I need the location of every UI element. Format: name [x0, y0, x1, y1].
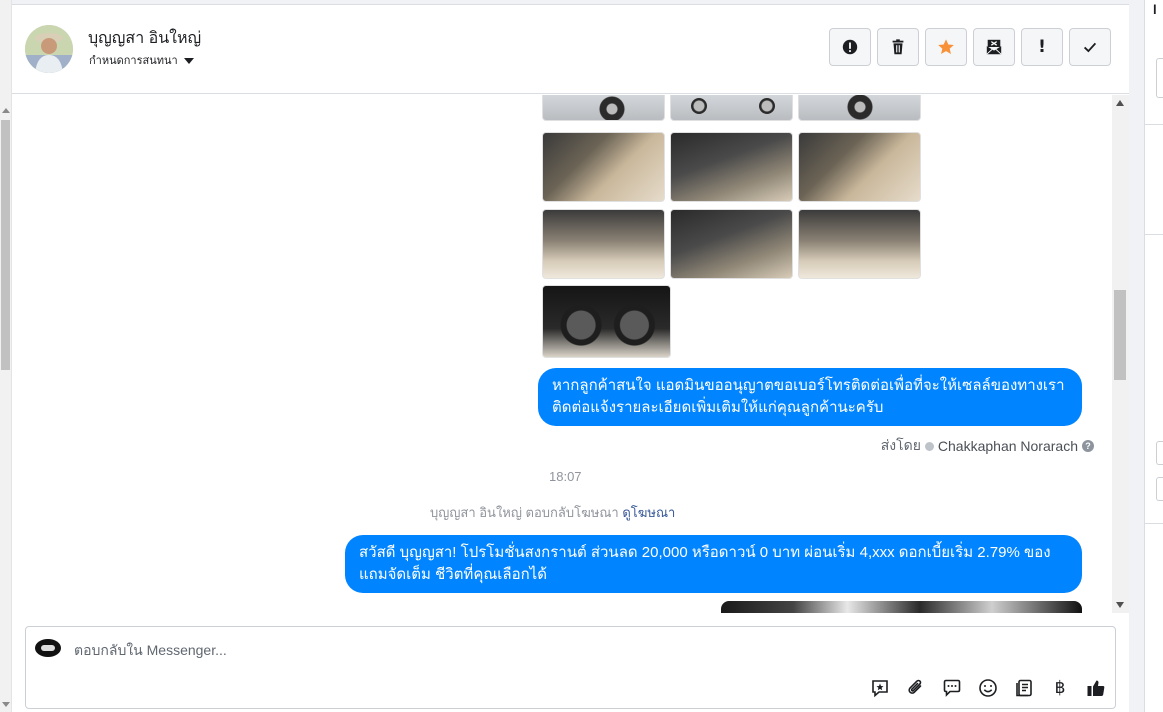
trash-icon — [892, 39, 904, 55]
attach-button[interactable] — [905, 677, 927, 699]
delete-button[interactable] — [877, 28, 919, 66]
section-divider — [1145, 124, 1163, 125]
star-icon — [938, 39, 954, 55]
baht-icon: ฿ — [1054, 678, 1066, 698]
star-button[interactable] — [925, 28, 967, 66]
message-text: ติดต่อแจ้งรายละเอียดเพิ่มเติมให้แก่คุณลู… — [552, 399, 884, 416]
thread-scrollbar[interactable] — [1112, 95, 1129, 613]
car-photo[interactable] — [670, 95, 793, 121]
emoji-icon — [979, 679, 997, 697]
info-field[interactable] — [1156, 477, 1163, 501]
car-photo[interactable] — [542, 285, 671, 358]
car-photo[interactable] — [542, 132, 665, 202]
message-button[interactable] — [941, 677, 963, 699]
ad-image-preview[interactable] — [721, 601, 1082, 613]
agent-name[interactable]: Chakkaphan Norarach — [938, 438, 1078, 454]
saved-reply-icon — [872, 680, 888, 698]
reply-input[interactable] — [74, 639, 974, 661]
contact-name[interactable]: บุญญสา อินใหญ่ — [88, 26, 201, 51]
exclamation-icon: ! — [1038, 37, 1046, 57]
notes-icon — [1016, 679, 1032, 697]
notes-button[interactable] — [1013, 677, 1035, 699]
car-photo[interactable] — [542, 95, 665, 121]
info-field[interactable] — [1156, 58, 1163, 98]
conversation-actions: ! — [829, 28, 1111, 66]
message-text: หากลูกค้าสนใจ แอดมินขออนุญาตขอเบอร์โทรติ… — [552, 377, 1065, 394]
scroll-down-arrow[interactable] — [2, 702, 10, 707]
section-divider — [1145, 234, 1163, 235]
scroll-thumb[interactable] — [1114, 290, 1126, 380]
chevron-down-icon — [183, 57, 194, 64]
message-text: แถมจัดเต็ม ชีวิตที่คุณเลือกได้ — [359, 566, 547, 583]
assign-label: กำหนดการสนทนา — [89, 55, 178, 67]
page-avatar — [35, 639, 61, 657]
paperclip-icon — [908, 679, 922, 694]
scroll-down-arrow[interactable] — [1116, 602, 1124, 608]
message-thread[interactable]: หากลูกค้าสนใจ แอดมินขออนุญาตขอเบอร์โทรติ… — [12, 95, 1112, 613]
message-text: สวัสดี บุญญสา! โปรโมชั่นสงกรานต์ ส่วนลด … — [359, 544, 1051, 561]
car-photo[interactable] — [670, 132, 793, 202]
contact-info-card: l — [1144, 0, 1163, 712]
agent-status-icon — [924, 441, 934, 451]
ad-reply-text: บุญญสา อินใหญ่ ตอบกลับโฆษณา — [430, 505, 619, 520]
message-bubble-sent[interactable]: หากลูกค้าสนใจ แอดมินขออนุญาตขอเบอร์โทรติ… — [538, 368, 1082, 426]
section-divider — [1145, 523, 1163, 524]
checkmark-icon — [1083, 42, 1097, 53]
important-button[interactable]: ! — [1021, 28, 1063, 66]
composer-tools: ฿ — [869, 677, 1107, 699]
right-sidebar: l — [1129, 0, 1163, 712]
view-ad-link[interactable]: ดูโฆษณา — [622, 505, 675, 520]
car-photo[interactable] — [798, 209, 921, 279]
payment-button[interactable]: ฿ — [1049, 677, 1071, 699]
sent-by-line: ส่งโดย Chakkaphan Norarach ? — [881, 435, 1094, 457]
mark-unread-button[interactable] — [973, 28, 1015, 66]
assign-conversation-dropdown[interactable]: กำหนดการสนทนา — [89, 51, 194, 69]
scroll-up-arrow[interactable] — [1116, 100, 1124, 106]
info-field[interactable] — [1156, 441, 1163, 465]
spam-button[interactable] — [829, 28, 871, 66]
contact-avatar[interactable] — [25, 25, 73, 73]
sent-by-prefix: ส่งโดย — [880, 437, 921, 453]
done-button[interactable] — [1069, 28, 1111, 66]
alert-circle-icon — [842, 39, 858, 55]
ad-reply-notice: บุญญสา อินใหญ่ ตอบกลับโฆษณา ดูโฆษณา — [430, 502, 675, 523]
conversation-panel: บุญญสา อินใหญ่ กำหนดการสนทนา ! หากลูกค้า… — [12, 4, 1129, 712]
scroll-thumb[interactable] — [1, 120, 10, 370]
envelope-x-icon — [986, 39, 1002, 55]
help-icon[interactable]: ? — [1082, 440, 1094, 452]
thumbs-up-icon — [1087, 680, 1105, 696]
car-photo[interactable] — [670, 209, 793, 279]
like-button[interactable] — [1085, 677, 1107, 699]
timestamp: 18:07 — [549, 469, 582, 484]
section-glyph: l — [1153, 2, 1157, 17]
car-photo[interactable] — [798, 95, 921, 121]
car-photo[interactable] — [542, 209, 665, 279]
scroll-up-arrow[interactable] — [2, 108, 10, 113]
saved-reply-button[interactable] — [869, 677, 891, 699]
emoji-button[interactable] — [977, 677, 999, 699]
conversation-header: บุญญสา อินใหญ่ กำหนดการสนทนา ! — [12, 5, 1129, 94]
chat-bubble-icon — [943, 679, 961, 697]
page-scrollbar[interactable] — [0, 0, 12, 712]
car-photo[interactable] — [798, 132, 921, 202]
reply-composer[interactable]: ฿ — [25, 626, 1116, 709]
message-bubble-sent[interactable]: สวัสดี บุญญสา! โปรโมชั่นสงกรานต์ ส่วนลด … — [345, 535, 1082, 593]
